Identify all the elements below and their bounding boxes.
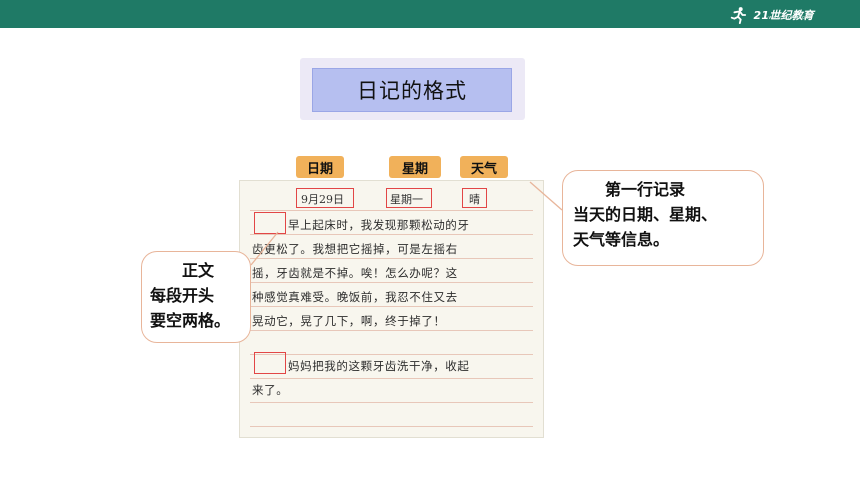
- indent-highlight-box: [254, 212, 286, 234]
- ruled-line: [250, 402, 533, 403]
- callout-text: 正文: [182, 261, 215, 280]
- ruled-line: [250, 210, 533, 211]
- diary-line: 来了。: [252, 383, 289, 397]
- callout-text: 天气等信息。: [573, 230, 670, 249]
- ruled-line: [250, 426, 533, 427]
- diary-line: 妈妈把我的这颗牙齿洗干净，收起: [288, 359, 470, 373]
- diary-line: 种感觉真难受。晚饭前，我忍不住又去: [252, 290, 458, 304]
- title-card: 日记的格式: [300, 58, 525, 120]
- ruled-line: [250, 306, 533, 307]
- diary-weather: 晴: [469, 193, 480, 206]
- diary-line: 晃动它，晃了几下，啊，终于掉了！: [252, 314, 446, 328]
- diary-line: 早上起床时，我发现那颗松动的牙: [288, 218, 470, 232]
- page-title: 日记的格式: [357, 79, 467, 103]
- diary-weekday: 星期一: [390, 193, 423, 206]
- ruled-line: [250, 282, 533, 283]
- runner-icon: [731, 7, 747, 24]
- callout-text: 当天的日期、星期、: [573, 205, 718, 224]
- indent-highlight-box: [254, 352, 286, 374]
- brand-url: www.21cnjy.com: [768, 15, 810, 21]
- ruled-line: [250, 354, 533, 355]
- top-bar: 21世纪教育 www.21cnjy.com: [0, 0, 860, 28]
- diary-line: 摇，牙齿就是不掉。唉！怎么办呢？这: [252, 266, 458, 280]
- ruled-line: [250, 330, 533, 331]
- ruled-line: [250, 378, 533, 379]
- ruled-line: [250, 258, 533, 259]
- ruled-line: [250, 234, 533, 235]
- tag-date: 日期: [296, 156, 344, 178]
- callout-text: 每段开头: [150, 286, 215, 305]
- callout-first-line: 第一行记录 当天的日期、星期、 天气等信息。: [562, 170, 764, 266]
- callout-body-text: 正文 每段开头 要空两格。: [141, 251, 251, 343]
- callout-text: 第一行记录: [605, 180, 686, 199]
- tag-weather: 天气: [460, 156, 508, 178]
- title-box: 日记的格式: [312, 68, 512, 112]
- diary-date: 9月29日: [301, 193, 344, 206]
- tag-weekday: 星期: [389, 156, 441, 178]
- callout-text: 要空两格。: [150, 311, 231, 330]
- diary-paper: 9月29日 星期一 晴 早上起床时，我发现那颗松动的牙 齿更松了。我想把它摇掉，…: [239, 180, 544, 438]
- diary-line: 齿更松了。我想把它摇掉，可是左摇右: [252, 242, 458, 256]
